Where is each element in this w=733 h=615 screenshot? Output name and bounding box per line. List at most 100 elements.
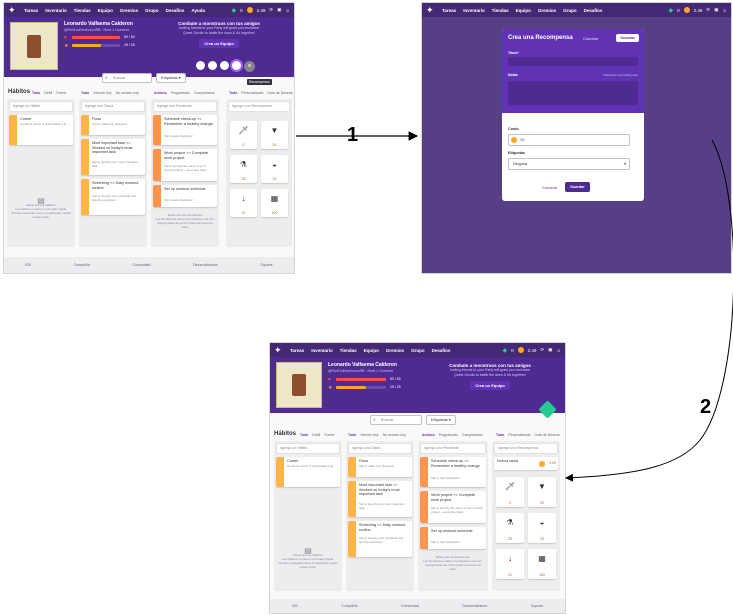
step-1-label: 1 xyxy=(347,124,359,146)
sync-icon[interactable]: ⟳ xyxy=(706,7,710,13)
nav-link-party[interactable]: Equipo xyxy=(98,8,113,13)
habitica-logo-icon: ✦ xyxy=(8,5,16,15)
nav-link-tasks[interactable]: Tareas xyxy=(442,8,456,13)
habit-type-icon[interactable] xyxy=(196,61,205,70)
modal-footer-save[interactable]: Guardar xyxy=(565,182,590,192)
todo-card[interactable]: Set up workout schedule Tap to add checkl… xyxy=(420,527,486,549)
nav-link-tasks[interactable]: Tareas xyxy=(24,8,38,13)
reward-item[interactable]: ▦ 100 xyxy=(261,189,288,217)
reward-type-icon[interactable] xyxy=(232,61,241,70)
reward-item[interactable]: ▼ 30 xyxy=(261,121,288,149)
user-menu-icon[interactable]: ☺ xyxy=(722,8,727,13)
nav-link-tasks[interactable]: Tareas xyxy=(290,348,304,353)
daily-card[interactable]: Floss Tap to make any changes! xyxy=(81,115,145,135)
search-input[interactable]: ⌕ Buscar xyxy=(370,415,422,425)
add-reward-input[interactable]: Agrega una Recompensa xyxy=(228,101,290,112)
create-party-button[interactable]: Crea un Equipo xyxy=(199,39,239,48)
daily-card[interactable]: Floss Tap to make any changes! xyxy=(348,457,412,477)
daily-card[interactable]: Stretching >> Daily workout routine Tap t… xyxy=(348,521,412,557)
daily-card[interactable]: Most important task >> Worked on today's… xyxy=(81,139,145,175)
habits-title: Hábitos xyxy=(274,431,297,437)
nav-link-group[interactable]: Grupo xyxy=(145,8,159,13)
reward-item[interactable]: ↓ 22 xyxy=(496,549,524,579)
reward-item[interactable]: ◒ 15 xyxy=(528,513,556,543)
add-habit-input[interactable]: Agrega un Hábito xyxy=(9,101,73,112)
add-todo-input[interactable]: Agrega una Pendiente xyxy=(420,443,486,454)
add-daily-input[interactable]: Agrega una Diaria xyxy=(81,101,145,112)
gem-icon: ◆ xyxy=(668,7,674,14)
chest-icon: ▦ xyxy=(538,554,546,563)
add-todo-input[interactable]: Agrega una Pendiente xyxy=(153,101,217,112)
title-input[interactable] xyxy=(508,57,638,66)
daily-card[interactable]: Stretching >> Daily workout routine Tap t… xyxy=(81,179,145,215)
nav-link-shops[interactable]: Tiendas xyxy=(74,8,91,13)
avatar[interactable] xyxy=(10,22,58,70)
reward-item[interactable]: ▼ 30 xyxy=(528,477,556,507)
reward-item[interactable]: ▦ 100 xyxy=(528,549,556,579)
habitica-logo-icon: ✦ xyxy=(426,5,434,15)
todo-card[interactable]: Work project >> Complete work project Tap… xyxy=(153,149,217,181)
nav-link-group[interactable]: Grupo xyxy=(563,8,577,13)
nav-link-party[interactable]: Equipo xyxy=(364,348,379,353)
tags-select[interactable]: Ninguna ▾ xyxy=(508,158,630,170)
todo-card[interactable]: Set up workout schedule Tap to add checkl… xyxy=(153,185,217,207)
modal-footer-cancel[interactable]: Cancelar xyxy=(542,186,557,190)
nav-link-guilds[interactable]: Gremios xyxy=(538,8,556,13)
daily-card[interactable]: Most important task >> Worked on today's… xyxy=(348,481,412,517)
nav-link-group[interactable]: Grupo xyxy=(411,348,425,353)
todo-card[interactable]: Schedule check-up >> Remember a healthy … xyxy=(153,115,217,145)
reward-item[interactable]: 🗡 0 xyxy=(496,477,524,507)
custom-reward-price: 0.09 xyxy=(549,461,556,465)
modal-save-button[interactable]: Guardar xyxy=(616,34,639,42)
gold-count: 2.49 xyxy=(693,7,703,13)
reward-item[interactable]: 🗡 0 xyxy=(230,121,257,149)
cost-input[interactable]: 10 xyxy=(508,134,630,146)
gem-icon: ◆ xyxy=(231,7,237,14)
nav-link-help[interactable]: Ayuda xyxy=(191,8,205,13)
user-menu-icon[interactable]: ☺ xyxy=(285,8,290,13)
add-reward-input[interactable]: Agrega una Recompensa xyxy=(494,443,558,454)
habits-tabs: Todo Débil Fuerte xyxy=(300,433,335,437)
nav-link-inventory[interactable]: Inventario xyxy=(463,8,485,13)
tags-dropdown[interactable]: Etiquetas ▾ xyxy=(156,73,186,83)
nav-link-party[interactable]: Equipo xyxy=(516,8,531,13)
notifications-icon[interactable]: ▣ xyxy=(548,347,552,353)
nav-link-shops[interactable]: Tiendas xyxy=(340,348,357,353)
todo-card[interactable]: Work project >> Complete work project Tap… xyxy=(420,491,486,523)
add-habit-input[interactable]: Agrega un Hábito xyxy=(276,443,340,454)
notifications-icon[interactable]: ▣ xyxy=(277,7,281,13)
habit-card[interactable]: Comer sonriente comer 4 cucharadas a la … xyxy=(276,457,340,487)
notes-textarea[interactable] xyxy=(508,81,638,105)
reward-item[interactable]: ⚗ 25 xyxy=(230,155,257,183)
notifications-icon[interactable]: ▣ xyxy=(714,7,718,13)
modal-cancel-link[interactable]: Cancelar xyxy=(583,37,598,41)
nav-link-shops[interactable]: Tiendas xyxy=(492,8,509,13)
todo-card[interactable]: Schedule check-up >> Remember a healthy … xyxy=(420,457,486,487)
close-icon[interactable]: × xyxy=(244,61,255,72)
custom-reward-card[interactable]: Nueva salud 0.09 xyxy=(494,457,558,470)
markdown-help-link[interactable]: Markdown formatting help xyxy=(603,73,638,77)
search-input[interactable]: ⌕ Buscar xyxy=(102,73,152,83)
nav-link-challenges[interactable]: Desafíos xyxy=(432,348,451,353)
nav-link-challenges[interactable]: Desafíos xyxy=(584,8,603,13)
avatar[interactable] xyxy=(276,362,322,408)
gold-coin-icon xyxy=(683,7,690,13)
sync-icon[interactable]: ⟳ xyxy=(540,347,544,353)
nav-link-inventory[interactable]: Inventario xyxy=(311,348,333,353)
user-menu-icon[interactable]: ☺ xyxy=(556,348,561,353)
nav-link-inventory[interactable]: Inventario xyxy=(45,8,67,13)
tags-dropdown[interactable]: Etiquetas ▾ xyxy=(426,415,456,425)
add-daily-input[interactable]: Agrega una Diaria xyxy=(348,443,412,454)
nav-link-challenges[interactable]: Desafíos xyxy=(166,8,185,13)
sync-icon[interactable]: ⟳ xyxy=(269,7,273,13)
habit-card[interactable]: Comer sonriente comer 4 cucharadas a la … xyxy=(9,115,73,145)
reward-item[interactable]: ◒ 15 xyxy=(261,155,288,183)
task-type-selector: × xyxy=(196,61,255,72)
daily-type-icon[interactable] xyxy=(208,61,217,70)
nav-link-guilds[interactable]: Gremios xyxy=(120,8,138,13)
reward-item[interactable]: ⚗ 25 xyxy=(496,513,524,543)
create-party-button[interactable]: Crea un Equipo xyxy=(470,381,510,390)
nav-link-guilds[interactable]: Gremios xyxy=(386,348,404,353)
reward-item[interactable]: ↓ 22 xyxy=(230,189,257,217)
todo-type-icon[interactable] xyxy=(220,61,229,70)
